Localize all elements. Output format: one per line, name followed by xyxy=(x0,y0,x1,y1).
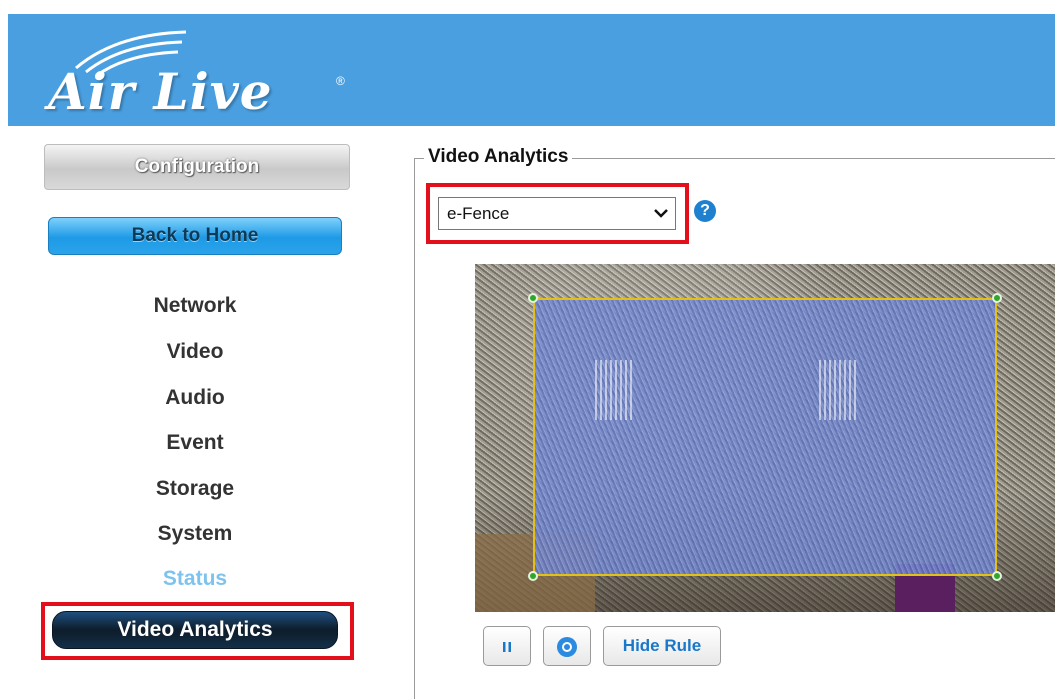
sidebar-item-storage[interactable]: Storage xyxy=(100,477,290,501)
sidebar-item-system[interactable]: System xyxy=(100,522,290,546)
header-banner: Air Live ® xyxy=(8,14,1055,126)
sidebar-item-status[interactable]: Status xyxy=(100,567,290,591)
zone-handle-bottom-left[interactable] xyxy=(528,571,538,581)
pause-button[interactable] xyxy=(483,626,531,666)
zoom-icon xyxy=(557,636,577,657)
sidebar-item-audio[interactable]: Audio xyxy=(100,386,290,410)
section-title: Video Analytics xyxy=(424,146,573,168)
zone-texture xyxy=(819,360,859,420)
logo-text: Air Live xyxy=(48,62,273,121)
registered-mark: ® xyxy=(336,74,345,88)
back-to-home-button[interactable]: Back to Home xyxy=(48,217,342,255)
configuration-button[interactable]: Configuration xyxy=(44,144,350,190)
zone-handle-top-left[interactable] xyxy=(528,293,538,303)
sidebar-item-event[interactable]: Event xyxy=(100,431,290,455)
airlive-logo: Air Live ® xyxy=(36,24,366,124)
help-icon[interactable]: ? xyxy=(694,200,716,222)
sidebar-item-network[interactable]: Network xyxy=(100,294,290,318)
zone-handle-top-right[interactable] xyxy=(992,293,1002,303)
zoom-button[interactable] xyxy=(543,626,591,666)
highlight-box-sidebar xyxy=(41,602,354,660)
zone-handle-bottom-right[interactable] xyxy=(992,571,1002,581)
hide-rule-button[interactable]: Hide Rule xyxy=(603,626,721,666)
pause-icon xyxy=(503,641,511,652)
sidebar-item-video[interactable]: Video xyxy=(100,340,290,364)
highlight-box-select xyxy=(426,183,689,244)
video-preview[interactable] xyxy=(475,264,1055,612)
efence-zone[interactable] xyxy=(533,298,997,576)
zone-texture xyxy=(595,360,635,420)
